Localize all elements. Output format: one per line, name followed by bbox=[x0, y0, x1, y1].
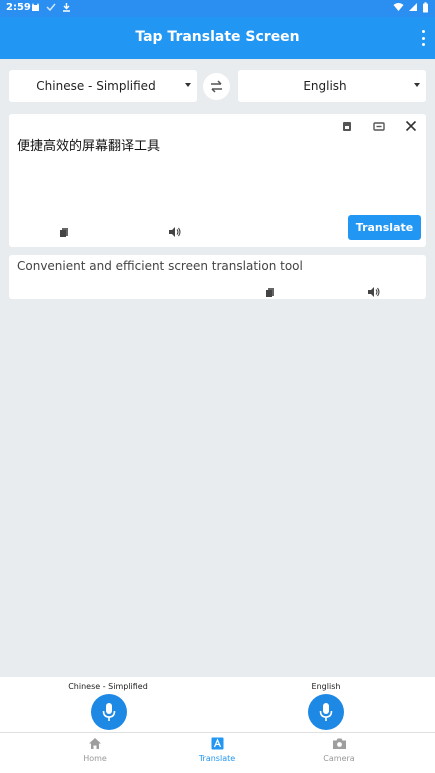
source-text-card: 便捷高效的屏幕翻译工具 Translate bbox=[9, 114, 426, 247]
bottom-panel: Chinese - Simplified English Home Transl… bbox=[0, 677, 435, 773]
swap-icon bbox=[211, 80, 222, 93]
swap-languages-button[interactable] bbox=[203, 73, 230, 100]
nav-translate-label: Translate bbox=[198, 754, 236, 763]
nav-camera[interactable]: Camera bbox=[299, 737, 379, 763]
app-title: Tap Translate Screen bbox=[135, 29, 300, 45]
microphone-icon bbox=[102, 703, 116, 721]
download-notification-icon bbox=[63, 3, 70, 12]
source-language-select[interactable]: Chinese - Simplified bbox=[9, 70, 197, 102]
signal-icon bbox=[409, 3, 417, 11]
chevron-down-icon bbox=[414, 83, 420, 87]
battery-icon bbox=[423, 2, 428, 13]
copy-icon[interactable] bbox=[265, 287, 275, 298]
status-time: 2:59 bbox=[6, 2, 31, 13]
microphone-icon bbox=[319, 703, 333, 721]
source-language-label: Chinese - Simplified bbox=[36, 79, 156, 93]
speaker-icon[interactable] bbox=[168, 226, 181, 238]
source-voice-button[interactable] bbox=[91, 694, 127, 730]
speaker-icon[interactable] bbox=[367, 286, 380, 298]
source-text-input[interactable]: 便捷高效的屏幕翻译工具 bbox=[17, 135, 160, 154]
screen-capture-icon[interactable] bbox=[373, 121, 385, 132]
translate-button[interactable]: Translate bbox=[348, 215, 421, 240]
cat-notification-icon bbox=[32, 3, 39, 11]
chevron-down-icon bbox=[185, 83, 191, 87]
target-voice-button[interactable] bbox=[308, 694, 344, 730]
translation-output-text: Convenient and efficient screen translat… bbox=[17, 259, 303, 273]
wifi-icon bbox=[393, 3, 404, 11]
camera-icon bbox=[332, 738, 346, 749]
target-language-label: English bbox=[303, 79, 347, 93]
nav-translate[interactable]: Translate bbox=[177, 737, 257, 763]
nav-divider bbox=[0, 732, 435, 733]
nav-camera-label: Camera bbox=[323, 754, 355, 763]
status-bar: 2:59 bbox=[0, 0, 435, 17]
translation-output-card: Convenient and efficient screen translat… bbox=[9, 255, 426, 299]
target-language-select[interactable]: English bbox=[238, 70, 426, 102]
target-voice-label: English bbox=[311, 682, 341, 691]
nav-home[interactable]: Home bbox=[55, 737, 135, 763]
nav-home-label: Home bbox=[83, 754, 107, 763]
home-icon bbox=[89, 738, 101, 749]
copy-icon[interactable] bbox=[59, 227, 69, 238]
clear-icon[interactable] bbox=[405, 120, 417, 132]
paste-icon[interactable] bbox=[342, 121, 352, 132]
translate-icon bbox=[211, 737, 223, 750]
check-notification-icon bbox=[46, 3, 56, 12]
app-bar: Tap Translate Screen bbox=[0, 17, 435, 59]
source-voice-label: Chinese - Simplified bbox=[68, 682, 148, 691]
overflow-menu-icon[interactable] bbox=[420, 30, 426, 46]
language-bar: Chinese - Simplified English bbox=[0, 70, 435, 103]
